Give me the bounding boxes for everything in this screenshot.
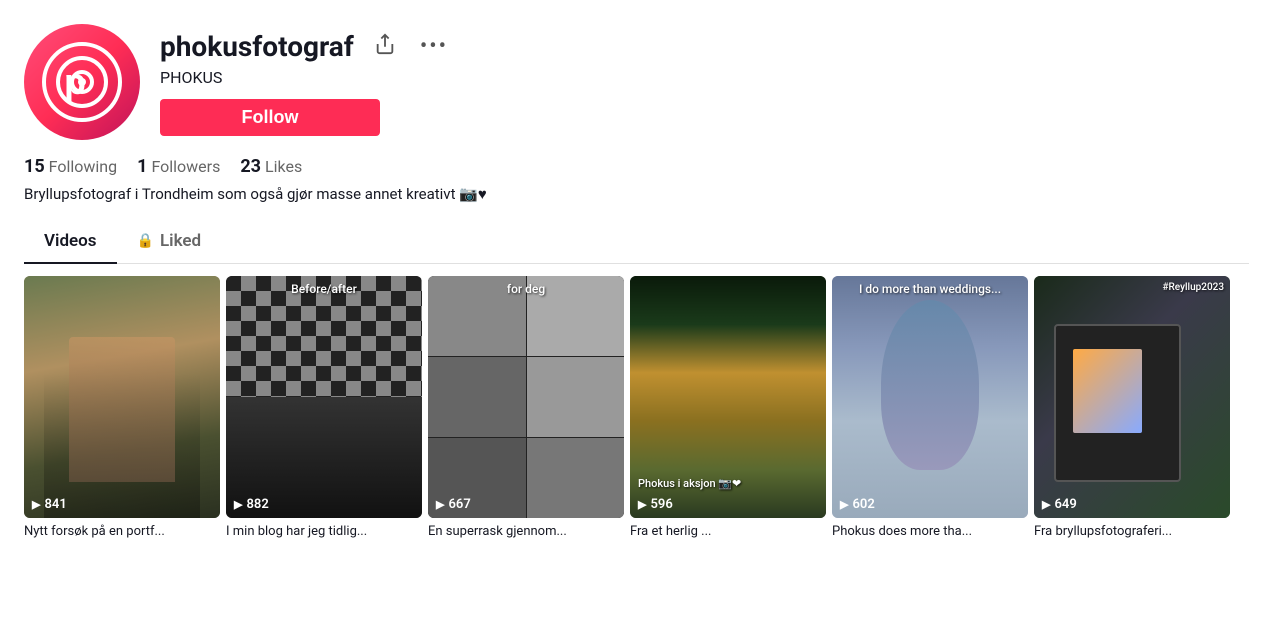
tab-liked[interactable]: 🔒 Liked xyxy=(117,219,222,263)
play-count: ▶ 602 xyxy=(840,497,875,512)
video-card[interactable]: Before/after ▶ 882 I min blog har jeg ti… xyxy=(226,276,422,539)
play-count: ▶ 596 xyxy=(638,497,673,512)
video-card[interactable]: ▶ 841 Nytt forsøk på en portf... xyxy=(24,276,220,539)
videos-grid: ▶ 841 Nytt forsøk på en portf... Before/… xyxy=(0,264,1273,551)
play-icon: ▶ xyxy=(840,498,848,511)
follow-button[interactable]: Follow xyxy=(160,99,380,136)
username: phokusfotograf xyxy=(160,30,354,63)
following-label: Following xyxy=(49,157,117,176)
followers-label: Followers xyxy=(151,157,220,176)
overlay-text: #Reyllup2023 xyxy=(1162,282,1224,293)
following-count: 15 xyxy=(24,156,45,177)
play-count: ▶ 882 xyxy=(234,497,269,512)
likes-stat[interactable]: 23 Likes xyxy=(240,156,302,177)
play-icon: ▶ xyxy=(436,498,444,511)
video-card[interactable]: #Reyllup2023 ▶ 649 Fra bryllupsfotografe… xyxy=(1034,276,1230,539)
followers-stat[interactable]: 1 Followers xyxy=(137,156,220,177)
play-icon: ▶ xyxy=(234,498,242,511)
likes-label: Likes xyxy=(265,157,302,176)
video-title: Fra bryllupsfotograferi... xyxy=(1034,524,1230,539)
overlay-text: for deg xyxy=(428,282,624,296)
play-icon: ▶ xyxy=(32,498,40,511)
video-card[interactable]: I do more than weddings... ▶ 602 Phokus … xyxy=(832,276,1028,539)
more-options-icon[interactable]: ••• xyxy=(416,30,452,63)
svg-text:p: p xyxy=(64,61,86,102)
video-thumbnail: Phokus i aksjon 📷❤ ▶ 596 xyxy=(630,276,826,518)
display-name: PHOKUS xyxy=(160,68,1249,87)
video-title: Nytt forsøk på en portf... xyxy=(24,524,220,539)
bio: Bryllupsfotograf i Trondheim som også gj… xyxy=(24,185,1249,203)
play-count: ▶ 841 xyxy=(32,497,67,512)
phokus-label: Phokus i aksjon 📷❤ xyxy=(638,477,741,490)
tab-videos[interactable]: Videos xyxy=(24,219,117,263)
profile-info: phokusfotograf ••• PHOKUS Follow xyxy=(160,29,1249,136)
video-thumbnail: ▶ 841 xyxy=(24,276,220,518)
tabs-row: Videos 🔒 Liked xyxy=(24,219,1249,264)
likes-count: 23 xyxy=(240,156,261,177)
stats-row: 15 Following 1 Followers 23 Likes xyxy=(24,156,1249,177)
video-title: Fra et herlig ... xyxy=(630,524,826,539)
avatar: p xyxy=(24,24,140,140)
video-title: En superrask gjennom... xyxy=(428,524,624,539)
video-card[interactable]: Phokus i aksjon 📷❤ ▶ 596 Fra et herlig .… xyxy=(630,276,826,539)
video-thumbnail: Before/after ▶ 882 xyxy=(226,276,422,518)
overlay-text: I do more than weddings... xyxy=(832,282,1028,296)
play-count: ▶ 649 xyxy=(1042,497,1077,512)
following-stat[interactable]: 15 Following xyxy=(24,156,117,177)
lock-icon: 🔒 xyxy=(137,233,154,249)
video-title: I min blog har jeg tidlig... xyxy=(226,524,422,539)
share-icon[interactable] xyxy=(370,29,400,64)
video-card[interactable]: for deg ▶ 667 En superrask gjennom... xyxy=(428,276,624,539)
play-count: ▶ 667 xyxy=(436,497,471,512)
followers-count: 1 xyxy=(137,156,147,177)
video-thumbnail: #Reyllup2023 ▶ 649 xyxy=(1034,276,1230,518)
video-title: Phokus does more tha... xyxy=(832,524,1028,539)
play-icon: ▶ xyxy=(638,498,646,511)
video-thumbnail: for deg ▶ 667 xyxy=(428,276,624,518)
overlay-text: Before/after xyxy=(226,282,422,296)
play-icon: ▶ xyxy=(1042,498,1050,511)
video-thumbnail: I do more than weddings... ▶ 602 xyxy=(832,276,1028,518)
